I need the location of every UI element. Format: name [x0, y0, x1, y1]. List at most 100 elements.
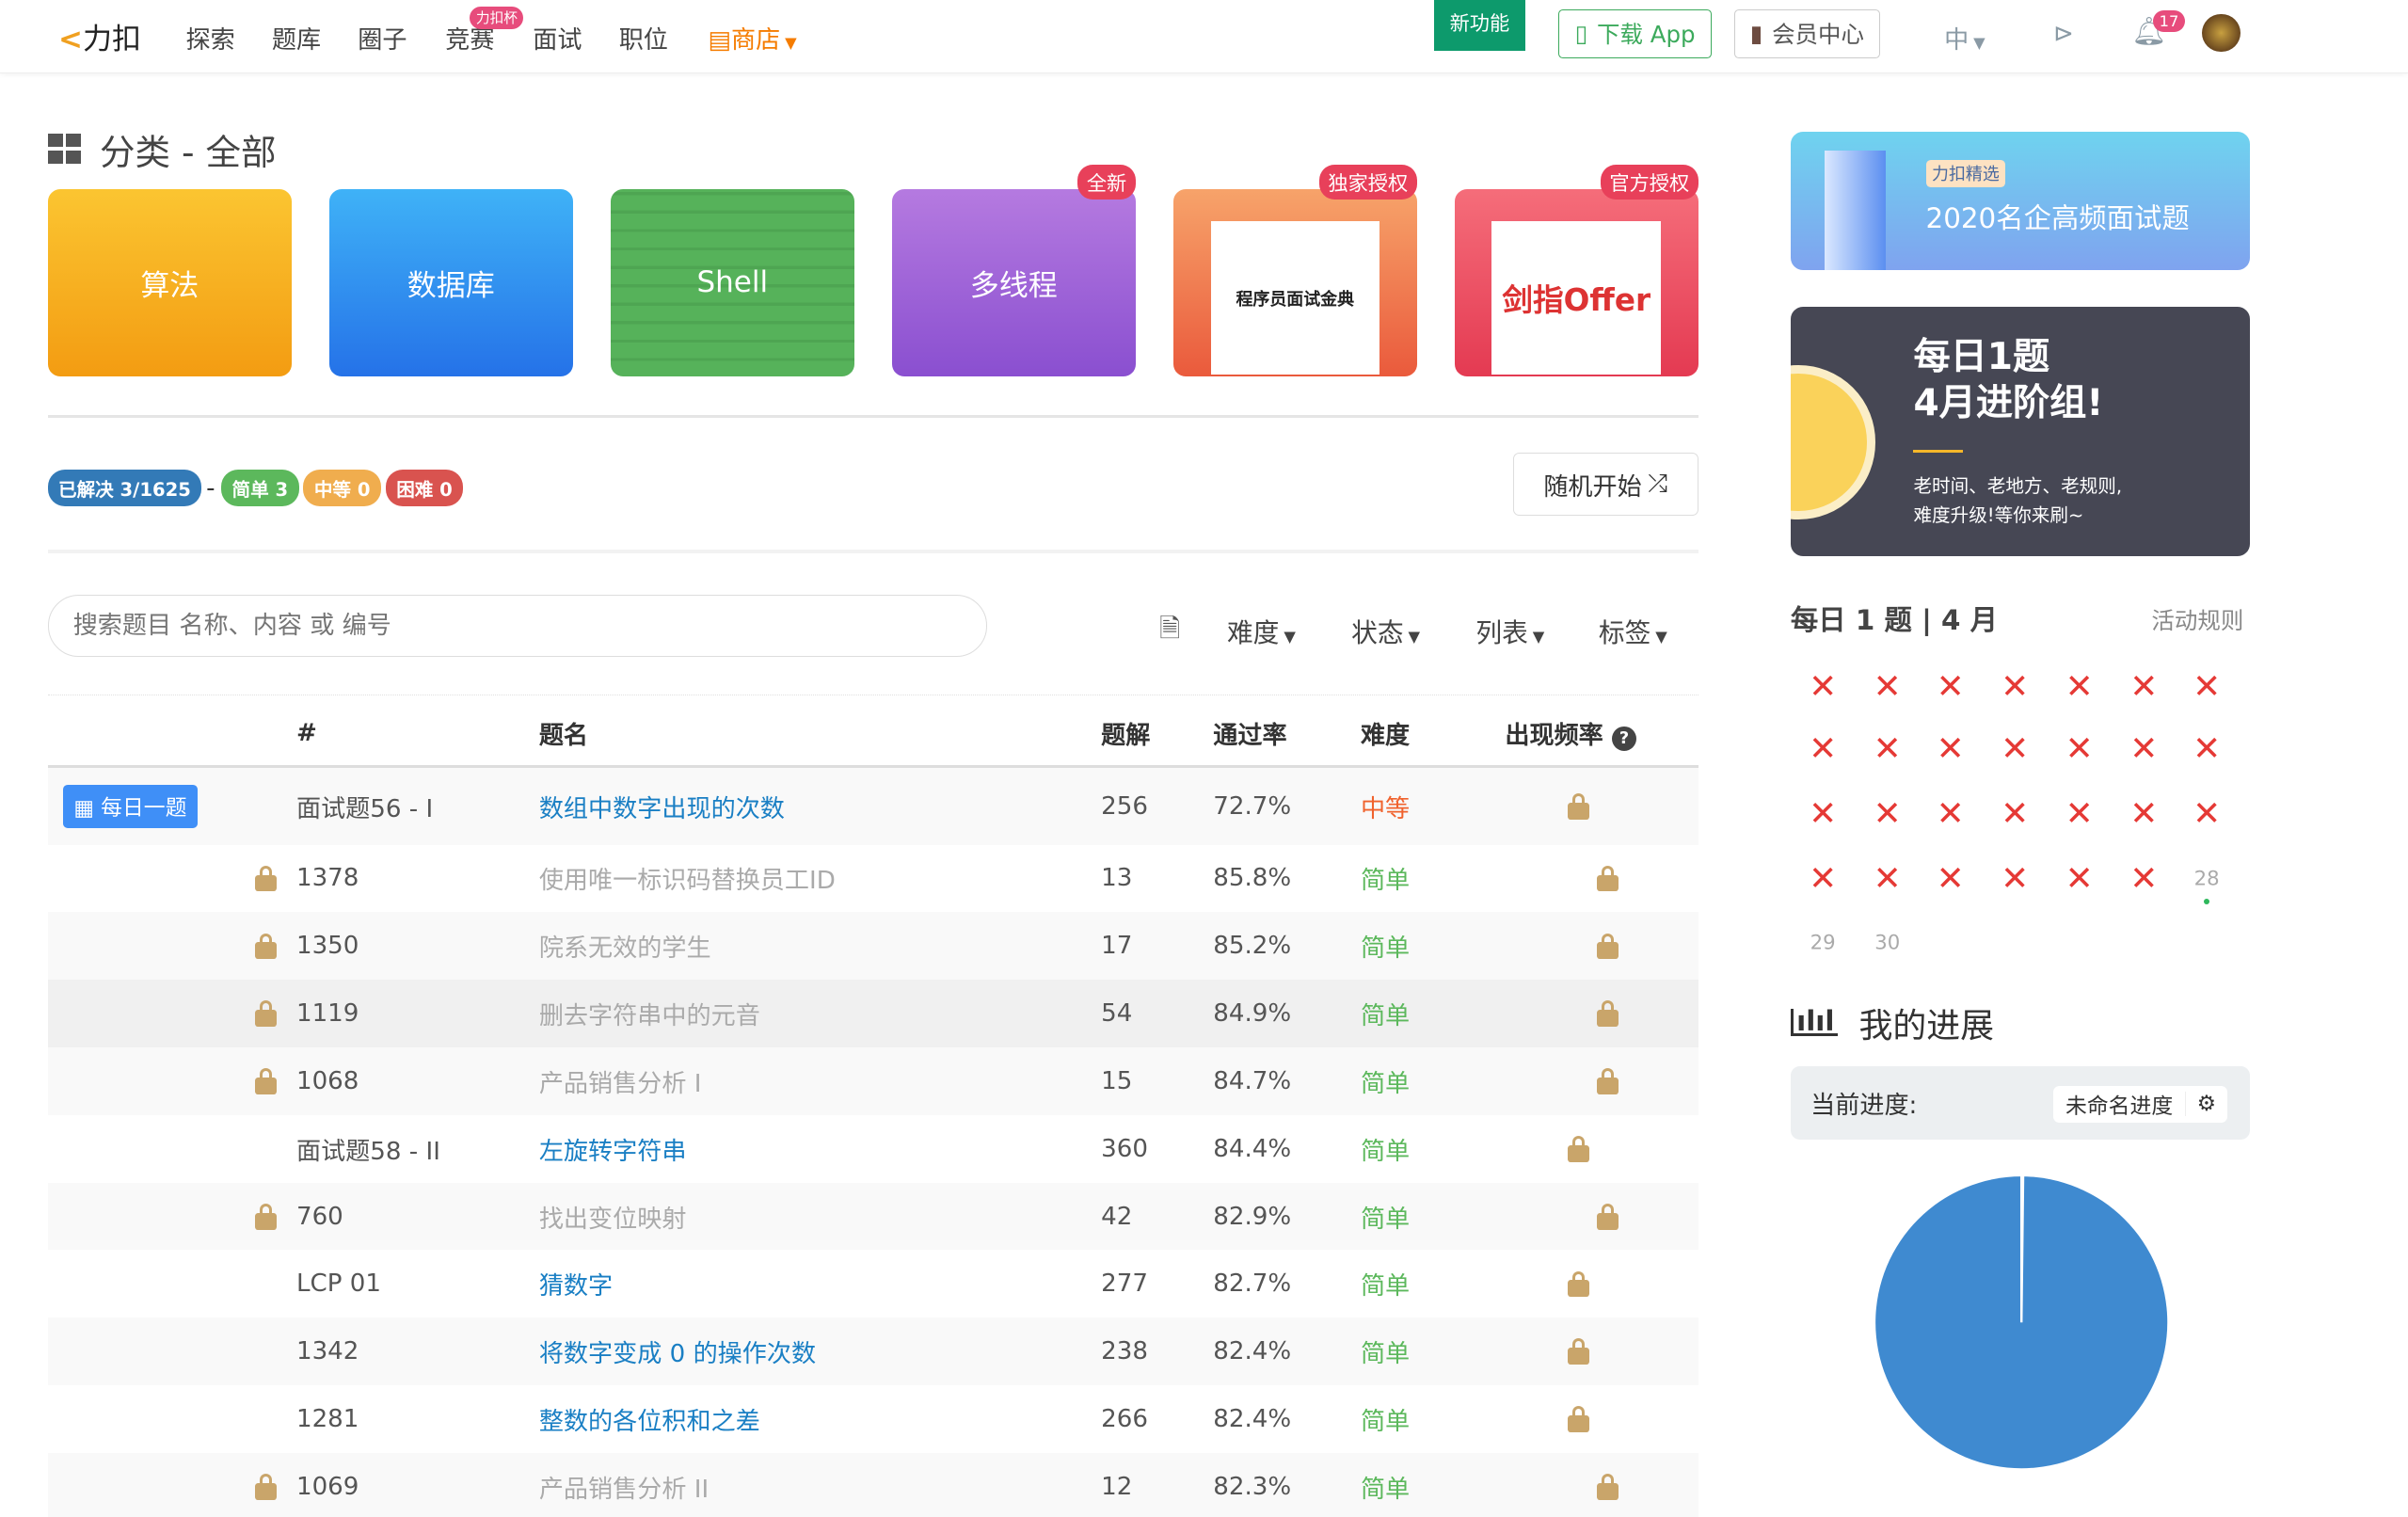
frequency-lock-icon[interactable]	[1597, 865, 1619, 892]
solutions-count[interactable]: 238	[1101, 1337, 1148, 1365]
question-title-link[interactable]: 将数字变成 0 的操作次数	[539, 1333, 816, 1369]
missed-day-icon[interactable]: ✕	[2001, 667, 2029, 706]
missed-day-icon[interactable]: ✕	[1937, 667, 1965, 706]
missed-day-icon[interactable]: ✕	[2001, 859, 2029, 898]
missed-day-icon[interactable]: ✕	[1937, 794, 1965, 833]
missed-day-icon[interactable]: ✕	[2193, 730, 2221, 769]
question-title-link[interactable]: 产品销售分析 I	[539, 1063, 702, 1099]
missed-day-icon[interactable]: ✕	[2001, 794, 2029, 833]
gear-icon[interactable]: ⚙	[2185, 1092, 2226, 1117]
question-title-link[interactable]: 产品销售分析 II	[539, 1469, 709, 1505]
header-title[interactable]: 题名	[539, 715, 588, 751]
table-row[interactable]: 1281 整数的各位积和之差 266 82.4% 简单	[47, 1385, 1698, 1453]
calendar-day[interactable]: 28	[2194, 867, 2220, 890]
header-rate[interactable]: 通过率	[1213, 715, 1286, 751]
frequency-lock-icon[interactable]	[1568, 793, 1590, 820]
calendar-day[interactable]: 30	[1874, 932, 1900, 955]
nav-item[interactable]: 探索	[185, 20, 234, 56]
table-row[interactable]: 760 找出变位映射 42 82.9% 简单	[47, 1182, 1698, 1251]
missed-day-icon[interactable]: ✕	[2193, 794, 2221, 833]
nav-item[interactable]: 题库	[272, 20, 321, 56]
solutions-count[interactable]: 42	[1101, 1203, 1132, 1231]
missed-day-icon[interactable]: ✕	[2065, 730, 2094, 769]
category-card[interactable]: 多线程 全新	[891, 164, 1137, 376]
table-row[interactable]: LCP 01 猜数字 277 82.7% 简单	[47, 1250, 1698, 1318]
nav-item[interactable]: 圈子	[358, 20, 407, 56]
solutions-count[interactable]: 13	[1101, 864, 1132, 892]
session-select[interactable]: 未命名进度 ⚙	[2052, 1085, 2227, 1123]
search-input[interactable]	[47, 594, 988, 658]
activity-rules-link[interactable]: 活动规则	[2151, 603, 2243, 636]
missed-day-icon[interactable]: ✕	[1874, 794, 1902, 833]
question-title-link[interactable]: 整数的各位积和之差	[539, 1401, 760, 1437]
filter-dropdown[interactable]: 状态 ▼	[1351, 612, 1420, 649]
download-app-button[interactable]: ▯ 下载 App	[1558, 8, 1712, 58]
question-title-link[interactable]: 猜数字	[539, 1266, 613, 1301]
solutions-count[interactable]: 12	[1101, 1473, 1132, 1501]
table-row[interactable]: 1069 产品销售分析 II 12 82.3% 简单	[47, 1452, 1698, 1517]
playground-icon[interactable]: ⊳	[2053, 20, 2074, 48]
vip-center-button[interactable]: ▮ 会员中心	[1733, 8, 1881, 58]
question-title-link[interactable]: 数组中数字出现的次数	[539, 789, 785, 824]
solutions-count[interactable]: 17	[1101, 932, 1132, 960]
header-frequency[interactable]: 出现频率 ?	[1505, 715, 1636, 751]
banner-interview[interactable]: 力扣精选 2020名企高频面试题	[1790, 132, 2250, 271]
missed-day-icon[interactable]: ✕	[2129, 859, 2158, 898]
missed-day-icon[interactable]: ✕	[2193, 667, 2221, 706]
frequency-lock-icon[interactable]	[1568, 1338, 1590, 1365]
missed-day-icon[interactable]: ✕	[2065, 859, 2094, 898]
solutions-count[interactable]: 277	[1101, 1269, 1148, 1298]
question-title-link[interactable]: 左旋转字符串	[539, 1131, 687, 1167]
question-title-link[interactable]: 院系无效的学生	[539, 928, 711, 964]
solutions-count[interactable]: 15	[1101, 1067, 1132, 1095]
question-title-link[interactable]: 使用唯一标识码替换员工ID	[539, 860, 836, 896]
calendar-day[interactable]: 29	[1810, 932, 1836, 955]
language-select[interactable]: 中 ▼	[1944, 20, 1985, 56]
header-solutions[interactable]: 题解	[1101, 715, 1150, 751]
table-row[interactable]: 1342 将数字变成 0 的操作次数 238 82.4% 简单	[47, 1317, 1698, 1386]
header-id[interactable]: #	[296, 719, 317, 747]
frequency-lock-icon[interactable]	[1568, 1270, 1590, 1298]
logo[interactable]: <力扣	[58, 15, 141, 57]
filter-dropdown[interactable]: 列表 ▼	[1475, 612, 1544, 649]
nav-item[interactable]: 面试	[533, 20, 582, 56]
solutions-count[interactable]: 360	[1101, 1135, 1148, 1163]
help-icon[interactable]: ?	[1611, 726, 1636, 751]
category-card[interactable]: 剑指Offer 官方授权	[1454, 164, 1698, 376]
document-icon[interactable]: 🗎︎	[1159, 610, 1180, 654]
nav-store[interactable]: ▤商店 ▼	[708, 20, 796, 56]
solutions-count[interactable]: 256	[1101, 792, 1148, 821]
category-card[interactable]: Shell	[610, 188, 855, 376]
frequency-lock-icon[interactable]	[1597, 1474, 1619, 1500]
banner-daily[interactable]: 每日1题 4月进阶组! 老时间、老地方、老规则, 难度升级!等你来刷~	[1790, 307, 2250, 556]
missed-day-icon[interactable]: ✕	[1874, 667, 1902, 706]
question-title-link[interactable]: 删去字符串中的元音	[539, 996, 760, 1031]
missed-day-icon[interactable]: ✕	[1874, 859, 1902, 898]
missed-day-icon[interactable]: ✕	[1809, 859, 1837, 898]
frequency-lock-icon[interactable]	[1597, 1068, 1619, 1094]
solutions-count[interactable]: 266	[1101, 1405, 1148, 1433]
missed-day-icon[interactable]: ✕	[2129, 794, 2158, 833]
table-row[interactable]: 1068 产品销售分析 I 15 84.7% 简单	[47, 1047, 1698, 1115]
daily-question-badge[interactable]: ▦ 每日一题	[62, 784, 198, 828]
frequency-lock-icon[interactable]	[1597, 1000, 1619, 1028]
new-feature-ribbon[interactable]: 新功能	[1434, 0, 1525, 51]
header-difficulty[interactable]: 难度	[1361, 715, 1410, 751]
random-start-button[interactable]: 随机开始 ⤮	[1512, 453, 1698, 517]
solutions-count[interactable]: 54	[1101, 999, 1132, 1028]
missed-day-icon[interactable]: ✕	[1937, 730, 1965, 769]
missed-day-icon[interactable]: ✕	[1937, 859, 1965, 898]
category-card[interactable]: 数据库	[328, 188, 574, 376]
frequency-lock-icon[interactable]	[1597, 933, 1619, 960]
frequency-lock-icon[interactable]	[1568, 1136, 1590, 1162]
table-row[interactable]: 1350 院系无效的学生 17 85.2% 简单	[47, 912, 1698, 981]
missed-day-icon[interactable]: ✕	[1809, 794, 1837, 833]
table-row[interactable]: 面试题58 - II 左旋转字符串 360 84.4% 简单	[47, 1114, 1698, 1183]
table-row[interactable]: ▦ 每日一题 面试题56 - I 数组中数字出现的次数 256 72.7% 中等	[47, 768, 1698, 845]
category-card[interactable]: 程序员面试金典 独家授权	[1172, 164, 1417, 376]
filter-dropdown[interactable]: 难度 ▼	[1227, 612, 1296, 649]
table-row[interactable]: 1378 使用唯一标识码替换员工ID 13 85.8% 简单	[47, 844, 1698, 913]
missed-day-icon[interactable]: ✕	[2065, 794, 2094, 833]
frequency-lock-icon[interactable]	[1597, 1203, 1619, 1230]
filter-dropdown[interactable]: 标签 ▼	[1599, 612, 1667, 649]
